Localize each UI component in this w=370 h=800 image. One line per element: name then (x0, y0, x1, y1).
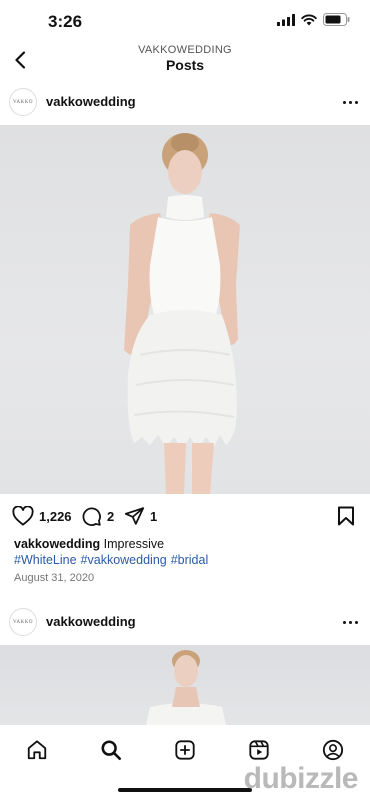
comment-button[interactable]: 2 (81, 506, 114, 527)
send-icon (124, 507, 145, 525)
hashtags: #WhiteLine #vakkowedding #bridal (14, 553, 212, 567)
comment-icon (82, 507, 101, 526)
post-avatar[interactable]: VAKKO (9, 88, 37, 116)
more-horizontal-icon (342, 620, 346, 624)
post-image[interactable] (0, 125, 370, 494)
nav-create-button[interactable] (169, 734, 201, 766)
search-icon (101, 740, 121, 760)
nav-home-button[interactable] (21, 734, 53, 766)
like-button[interactable]: 1,226 (12, 506, 72, 526)
save-button[interactable] (337, 506, 355, 526)
like-count: 1,226 (39, 508, 72, 524)
reels-icon (249, 740, 269, 760)
bookmark-icon (338, 506, 354, 526)
post-caption: vakkowedding Impressive (14, 537, 164, 551)
status-time: 3:26 (48, 12, 83, 31)
wifi-icon (301, 14, 317, 25)
post2-username[interactable]: vakkowedding (46, 614, 136, 629)
comment-count: 2 (107, 509, 115, 524)
share-count: 1 (150, 508, 158, 524)
more-options-button[interactable] (339, 95, 361, 109)
avatar-logo: VAKKO (9, 88, 37, 116)
post2-avatar[interactable]: VAKKO (9, 608, 37, 636)
bride-photo (146, 650, 226, 725)
heart-icon (12, 506, 34, 526)
home-indicator[interactable] (118, 788, 252, 792)
hashtag-vakkowedding[interactable]: #vakkowedding (81, 553, 167, 567)
hashtag-whiteline[interactable]: #WhiteLine (14, 553, 77, 567)
caption-text: Impressive (100, 537, 165, 551)
watermark-logo: dubizzle (243, 762, 359, 795)
battery-icon (323, 13, 350, 26)
caption-username[interactable]: vakkowedding (14, 537, 100, 551)
profile-icon (322, 739, 344, 761)
bride-photo (124, 133, 240, 494)
post2-image[interactable] (0, 645, 370, 725)
more-horizontal-icon (342, 100, 346, 104)
home-icon (27, 740, 47, 760)
avatar-logo: VAKKO (9, 608, 37, 636)
nav-search-button[interactable] (95, 734, 127, 766)
share-button[interactable]: 1 (124, 506, 157, 526)
post-date: August 31, 2020 (14, 572, 95, 584)
plus-square-icon (175, 740, 195, 760)
header-account-name: VAKKOWEDDING (138, 44, 232, 56)
post2-more-options-button[interactable] (339, 615, 361, 629)
signal-icon (277, 13, 295, 26)
page-title: Posts (165, 57, 205, 73)
hashtag-bridal[interactable]: #bridal (171, 553, 209, 567)
status-icons (277, 13, 350, 26)
post-username[interactable]: vakkowedding (46, 94, 136, 109)
